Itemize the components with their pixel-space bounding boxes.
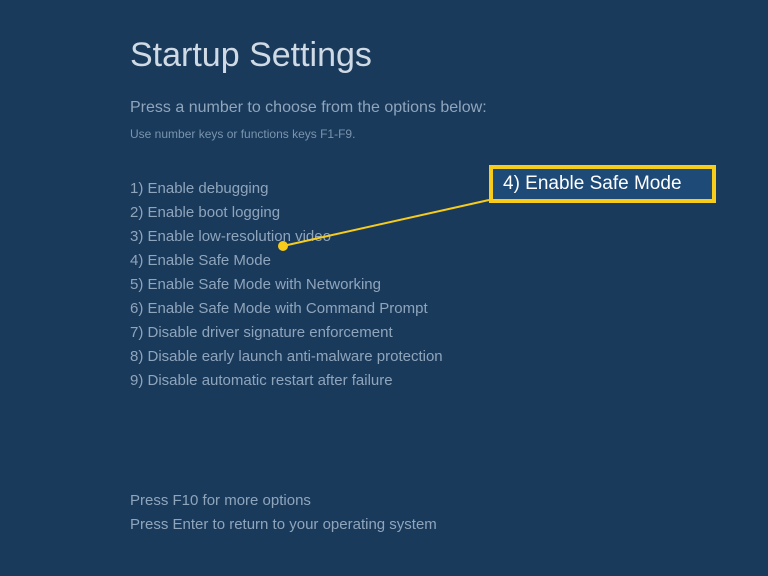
option-enable-safe-mode-networking[interactable]: 5) Enable Safe Mode with Networking: [130, 273, 768, 297]
page-title: Startup Settings: [130, 36, 768, 75]
footer-instructions: Press F10 for more options Press Enter t…: [130, 489, 768, 537]
option-enable-low-resolution-video[interactable]: 3) Enable low-resolution video: [130, 225, 768, 249]
option-disable-automatic-restart[interactable]: 9) Disable automatic restart after failu…: [130, 369, 768, 393]
option-disable-driver-signature[interactable]: 7) Disable driver signature enforcement: [130, 321, 768, 345]
instruction-subtitle: Press a number to choose from the option…: [130, 99, 768, 117]
footer-more-options: Press F10 for more options: [130, 489, 768, 513]
option-enable-safe-mode-command-prompt[interactable]: 6) Enable Safe Mode with Command Prompt: [130, 297, 768, 321]
option-enable-safe-mode[interactable]: 4) Enable Safe Mode: [130, 249, 768, 273]
startup-settings-screen: Startup Settings Press a number to choos…: [0, 0, 768, 537]
callout-dot-icon: [278, 241, 288, 251]
keyboard-hint: Use number keys or functions keys F1-F9.: [130, 127, 768, 141]
option-enable-boot-logging[interactable]: 2) Enable boot logging: [130, 201, 768, 225]
callout-highlight: 4) Enable Safe Mode: [489, 165, 716, 203]
boot-options-list: 1) Enable debugging 2) Enable boot loggi…: [130, 177, 768, 393]
option-disable-early-launch-antimalware[interactable]: 8) Disable early launch anti-malware pro…: [130, 345, 768, 369]
footer-return-os: Press Enter to return to your operating …: [130, 513, 768, 537]
callout-text: 4) Enable Safe Mode: [503, 173, 682, 195]
